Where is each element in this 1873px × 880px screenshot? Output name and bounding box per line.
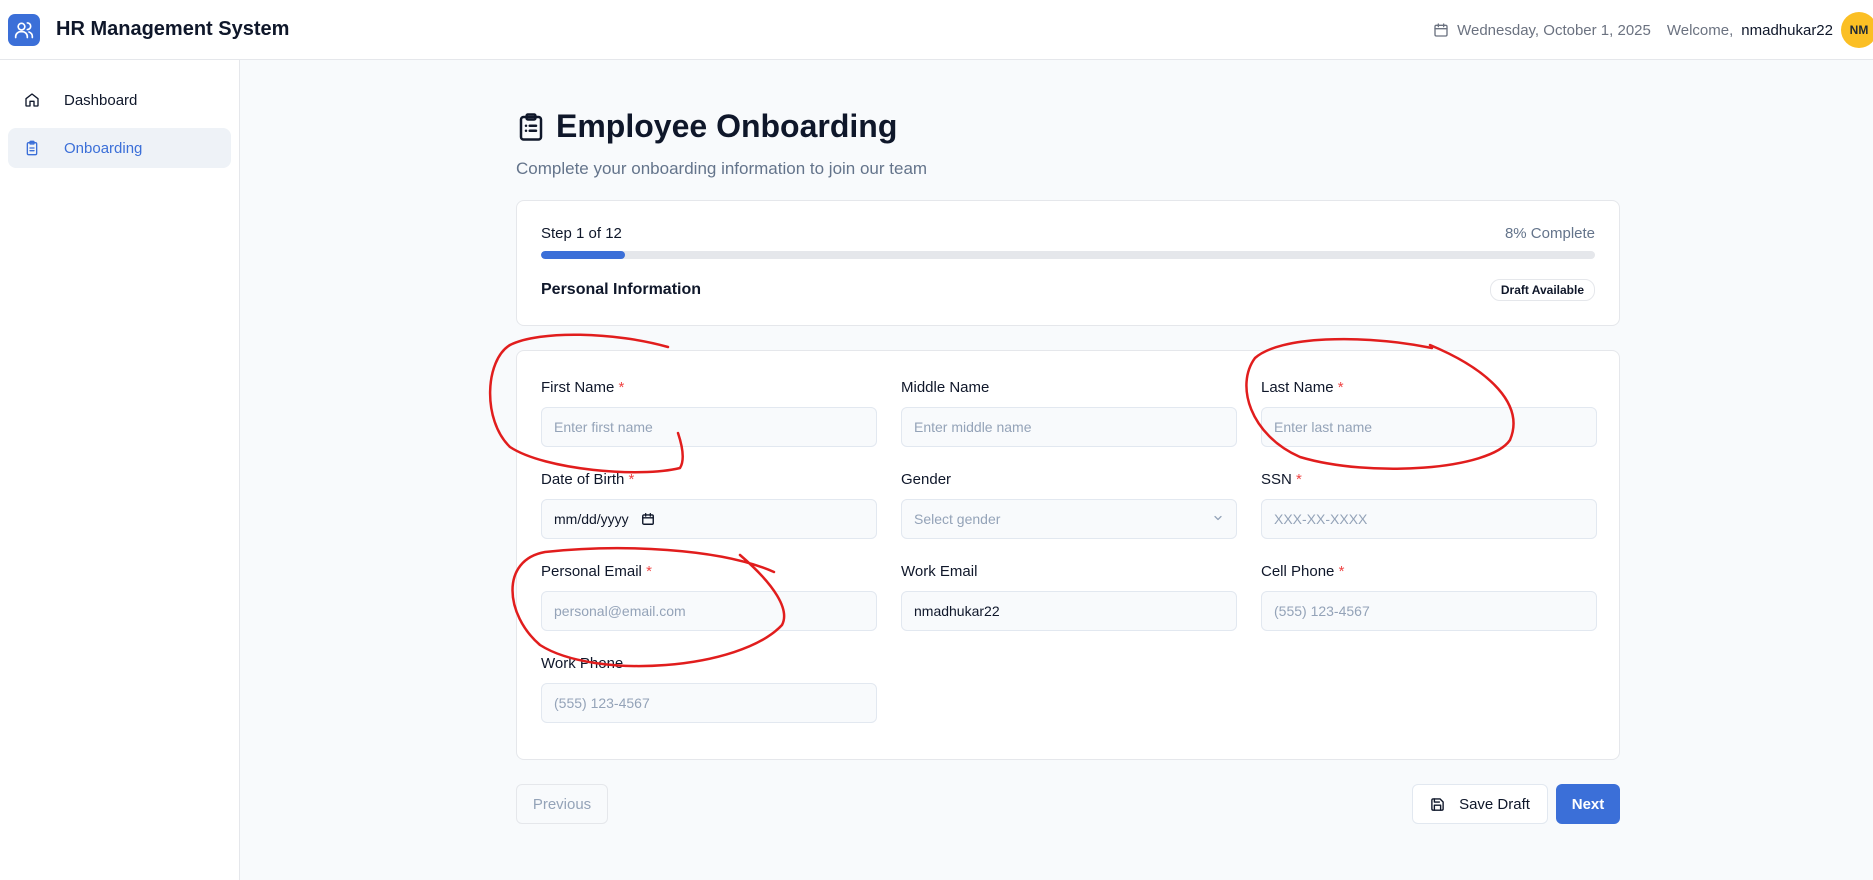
home-icon [24,92,44,108]
work-phone-input[interactable]: (555) 123-4567 [541,683,877,723]
top-header: HR Management System Wednesday, October … [0,0,1873,60]
work-email-field: Work Email nmadhukar22 [901,563,1237,631]
personal-email-field: Personal Email * personal@email.com [541,563,877,631]
clipboard-list-icon [516,111,546,143]
first-name-input[interactable]: Enter first name [541,407,877,447]
middle-name-input[interactable]: Enter middle name [901,407,1237,447]
gender-select[interactable]: Select gender [901,499,1237,539]
draft-badge: Draft Available [1489,279,1595,301]
sidebar-item-label: Onboarding [64,139,143,157]
app-title: HR Management System [56,18,290,40]
last-name-label: Last Name [1261,379,1334,396]
middle-name-label: Middle Name [901,379,990,396]
page-title-text: Employee Onboarding [556,108,898,144]
avatar[interactable]: NM [1841,12,1873,48]
page-subtitle: Complete your onboarding information to … [516,159,928,178]
gender-label: Gender [901,471,952,488]
progress-card: Step 1 of 12 8% Complete Personal Inform… [516,200,1620,326]
save-draft-button[interactable]: Save Draft [1412,784,1548,824]
calendar-icon [1433,22,1449,38]
section-row: Personal Information Draft Available [541,279,1595,301]
work-email-input[interactable]: nmadhukar22 [901,591,1237,631]
required-marker: * [1338,563,1345,580]
middle-name-field: Middle Name Enter middle name [901,379,1237,447]
welcome-text: Welcome, [1666,21,1734,39]
personal-email-label: Personal Email [541,563,642,580]
cell-phone-input[interactable]: (555) 123-4567 [1261,591,1597,631]
cell-phone-label: Cell Phone [1261,563,1335,580]
percent-complete: 8% Complete [1504,225,1595,242]
next-button[interactable]: Next [1556,784,1620,824]
personal-email-input[interactable]: personal@email.com [541,591,877,631]
section-title: Personal Information [541,281,702,298]
dob-input[interactable]: mm/dd/yyyy [541,499,877,539]
dob-field: Date of Birth * mm/dd/yyyy [541,471,877,539]
clipboard-icon [24,140,44,156]
form-actions: Previous Save Draft Next [516,784,1620,824]
required-marker: * [628,471,635,488]
personal-info-form: First Name * Enter first name Middle Nam… [516,350,1620,760]
sidebar-item-dashboard[interactable]: Dashboard [8,80,231,120]
page-title: Employee Onboarding [516,108,1620,145]
progress-bar-fill [541,251,626,259]
work-email-label: Work Email [901,563,978,580]
progress-bar [541,251,1595,259]
sidebar-item-onboarding[interactable]: Onboarding [8,128,231,168]
required-marker: * [618,379,625,396]
last-name-input[interactable]: Enter last name [1261,407,1597,447]
gender-placeholder: Select gender [914,511,1001,527]
chevron-down-icon [1212,511,1224,527]
first-name-label: First Name [541,379,615,396]
previous-button[interactable]: Previous [516,784,608,824]
main-content: Employee Onboarding Complete your onboar… [516,108,1620,824]
dob-label: Date of Birth [541,471,625,488]
ssn-field: SSN * XXX-XX-XXXX [1261,471,1597,539]
sidebar: Dashboard Onboarding [0,60,240,880]
username: nmadhukar22 [1741,21,1833,39]
save-icon [1430,797,1445,812]
first-name-field: First Name * Enter first name [541,379,877,447]
required-marker: * [1296,471,1302,488]
required-marker: * [646,563,652,580]
gender-field: Gender Select gender [901,471,1237,539]
work-phone-field: Work Phone (555) 123-4567 [541,655,877,723]
last-name-field: Last Name * Enter last name [1261,379,1597,447]
users-icon[interactable] [8,13,40,46]
ssn-label: SSN [1261,471,1292,488]
current-date: Wednesday, October 1, 2025 [1457,21,1651,39]
work-phone-label: Work Phone [541,655,624,672]
save-draft-label: Save Draft [1459,795,1530,813]
required-marker: * [1337,379,1344,396]
ssn-input[interactable]: XXX-XX-XXXX [1261,499,1597,539]
header-user-area: Wednesday, October 1, 2025 Welcome, nmad… [1433,0,1873,60]
sidebar-item-label: Dashboard [64,91,138,109]
calendar-icon[interactable] [641,512,655,526]
step-indicator: Step 1 of 12 [541,225,622,242]
cell-phone-field: Cell Phone * (555) 123-4567 [1261,563,1597,631]
dob-placeholder: mm/dd/yyyy [554,511,629,527]
step-row: Step 1 of 12 8% Complete [541,225,1595,242]
